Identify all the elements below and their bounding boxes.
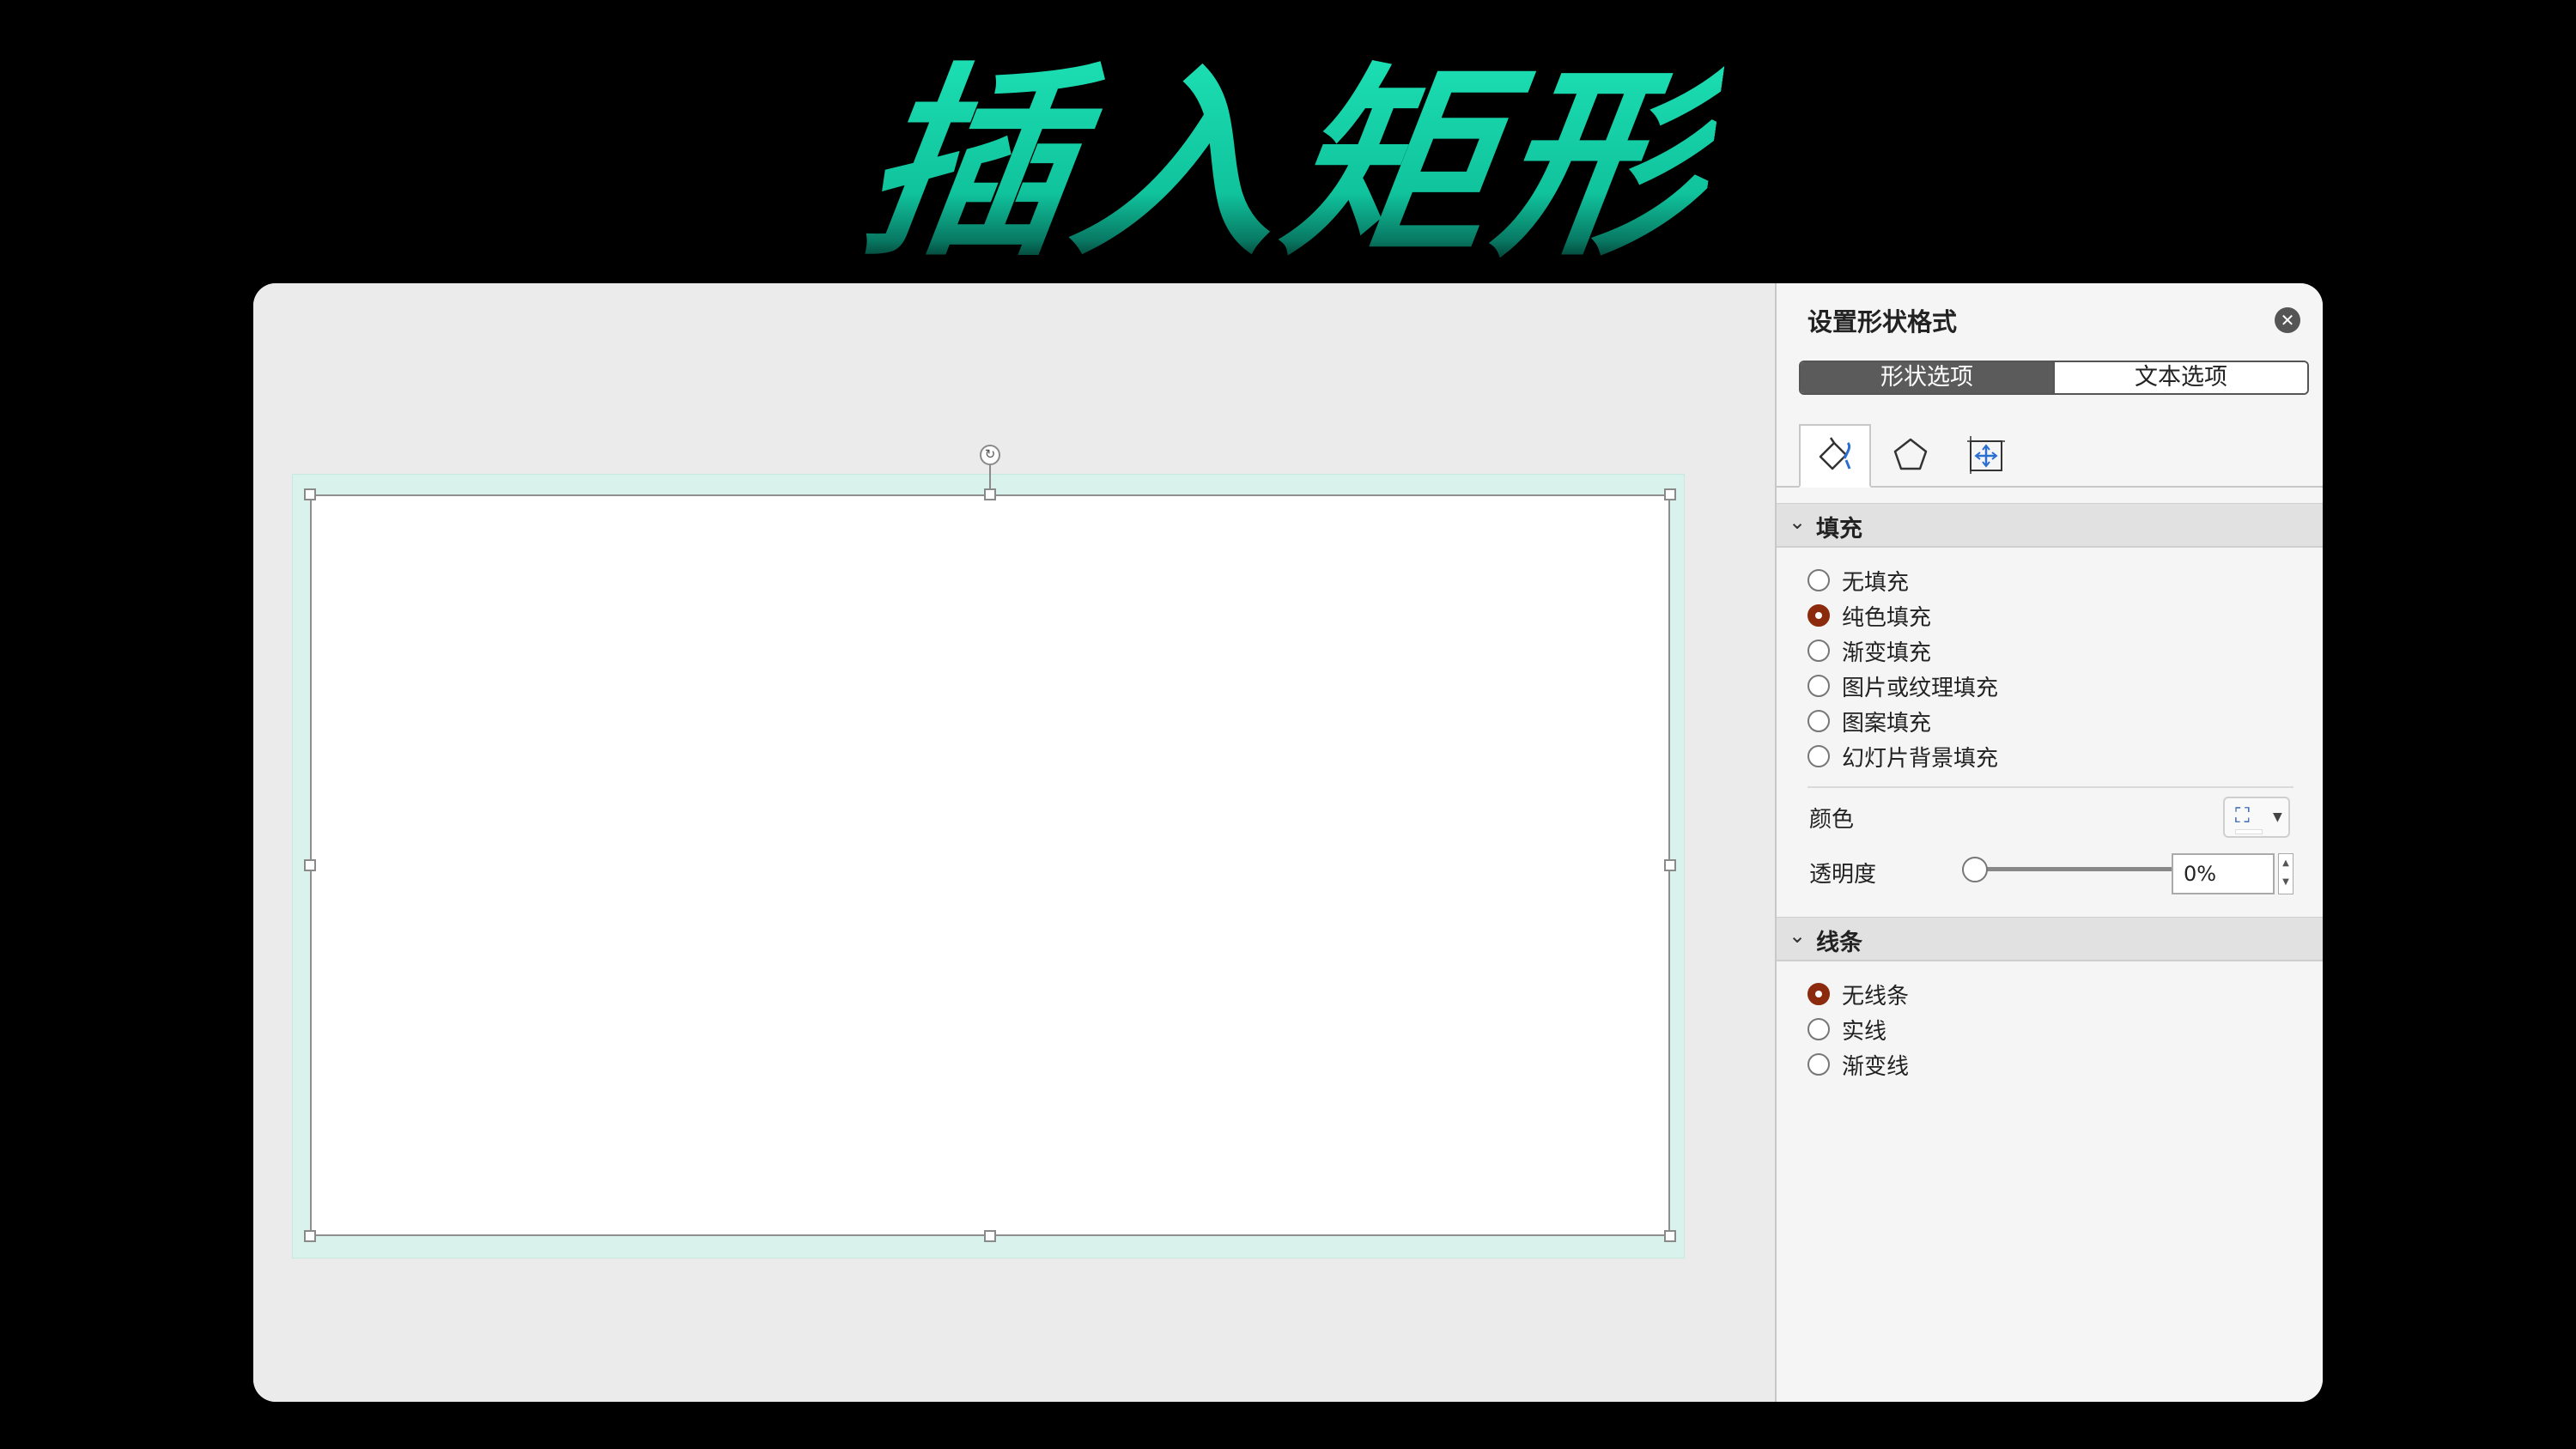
line-section-header[interactable]: ⌄ 线条 (1777, 917, 2323, 961)
effects-tab[interactable] (1874, 424, 1947, 486)
fill-line-tab[interactable] (1799, 424, 1871, 488)
line-option-gradient[interactable]: 渐变线 (1807, 1047, 1909, 1082)
fill-option-label: 图片或纹理填充 (1842, 675, 1999, 701)
line-option-label: 实线 (1842, 1018, 1887, 1045)
fill-section-header[interactable]: ⌄ 填充 (1777, 503, 2323, 548)
resize-handle-bottom-right[interactable] (1664, 1230, 1676, 1242)
resize-handle-left[interactable] (304, 859, 316, 871)
slide-canvas[interactable]: ↻ (253, 283, 1775, 1402)
rotate-handle-icon[interactable]: ↻ (980, 445, 1000, 465)
size-properties-tab[interactable] (1950, 424, 2022, 486)
panel-title: 设置形状格式 (1807, 307, 1958, 336)
close-icon[interactable]: ✕ (2275, 307, 2300, 333)
app-window: ↻ 设置形状格式 ✕ 形状选项 文本选项 ⌄ 填充 无填充 纯色填充 渐变填充 … (253, 283, 2323, 1402)
color-label: 颜色 (1809, 807, 1855, 833)
radio-button-selected[interactable] (1807, 983, 1830, 1005)
transparency-input[interactable]: 0% (2172, 853, 2275, 894)
tab-shape-options[interactable]: 形状选项 (1801, 362, 2053, 393)
fill-option-label: 无填充 (1842, 569, 1910, 596)
chevron-down-icon: ⌄ (1789, 510, 1807, 534)
line-section-label: 线条 (1816, 930, 1862, 956)
radio-button[interactable] (1807, 1018, 1830, 1040)
rectangle-shape[interactable] (310, 494, 1670, 1236)
fill-option-label: 图案填充 (1842, 710, 1932, 737)
resize-handle-top[interactable] (984, 488, 996, 500)
radio-button-selected[interactable] (1807, 604, 1830, 627)
headline-text: 插入矩形 (848, 46, 1728, 284)
color-picker-button[interactable]: ⛶ ▼ (2223, 797, 2290, 838)
fill-section-label: 填充 (1816, 516, 1862, 543)
line-option-solid[interactable]: 实线 (1807, 1012, 1886, 1046)
resize-handle-top-right[interactable] (1664, 488, 1676, 500)
chevron-down-icon: ▼ (2273, 810, 2282, 824)
line-option-label: 无线条 (1842, 983, 1910, 1009)
fill-option-solid[interactable]: 纯色填充 (1807, 598, 1931, 633)
divider (1807, 786, 2293, 788)
format-shape-panel: 设置形状格式 ✕ 形状选项 文本选项 ⌄ 填充 无填充 纯色填充 渐变填充 图片… (1775, 283, 2323, 1402)
resize-handle-bottom-left[interactable] (304, 1230, 316, 1242)
resize-handle-bottom[interactable] (984, 1230, 996, 1242)
fill-line-icon (1819, 437, 1851, 470)
transparency-slider-thumb[interactable] (1962, 857, 1988, 882)
transparency-slider-track[interactable] (1976, 867, 2182, 871)
line-option-label: 渐变线 (1842, 1053, 1910, 1080)
fill-option-gradient[interactable]: 渐变填充 (1807, 634, 1931, 668)
radio-button[interactable] (1807, 1053, 1830, 1076)
line-option-none[interactable]: 无线条 (1807, 977, 1909, 1011)
fill-option-picture[interactable]: 图片或纹理填充 (1807, 669, 1998, 703)
transparency-label: 透明度 (1809, 862, 1877, 888)
radio-button[interactable] (1807, 569, 1830, 591)
fill-option-none[interactable]: 无填充 (1807, 563, 1909, 597)
size-properties-icon (1967, 436, 2005, 474)
fill-option-label: 纯色填充 (1842, 604, 1932, 631)
fill-option-label: 幻灯片背景填充 (1842, 745, 1999, 772)
paint-bucket-icon: ⛶ (2235, 803, 2250, 828)
fill-option-slide-background[interactable]: 幻灯片背景填充 (1807, 739, 1998, 773)
color-swatch (2235, 829, 2263, 834)
radio-button[interactable] (1807, 710, 1830, 732)
radio-button[interactable] (1807, 675, 1830, 697)
tab-text-options[interactable]: 文本选项 (2053, 362, 2307, 393)
resize-handle-top-left[interactable] (304, 488, 316, 500)
effects-pentagon-icon (1893, 438, 1928, 470)
radio-button[interactable] (1807, 640, 1830, 662)
fill-option-label: 渐变填充 (1842, 640, 1932, 666)
radio-button[interactable] (1807, 745, 1830, 767)
resize-handle-right[interactable] (1664, 859, 1676, 871)
icon-tab-strip (1777, 424, 2323, 488)
headline: 插入矩形 (0, 46, 2576, 284)
options-segmented-control: 形状选项 文本选项 (1799, 361, 2309, 395)
fill-option-pattern[interactable]: 图案填充 (1807, 704, 1931, 738)
transparency-stepper[interactable]: ▲ ▼ (2278, 853, 2293, 894)
chevron-down-icon: ⌄ (1789, 924, 1807, 948)
